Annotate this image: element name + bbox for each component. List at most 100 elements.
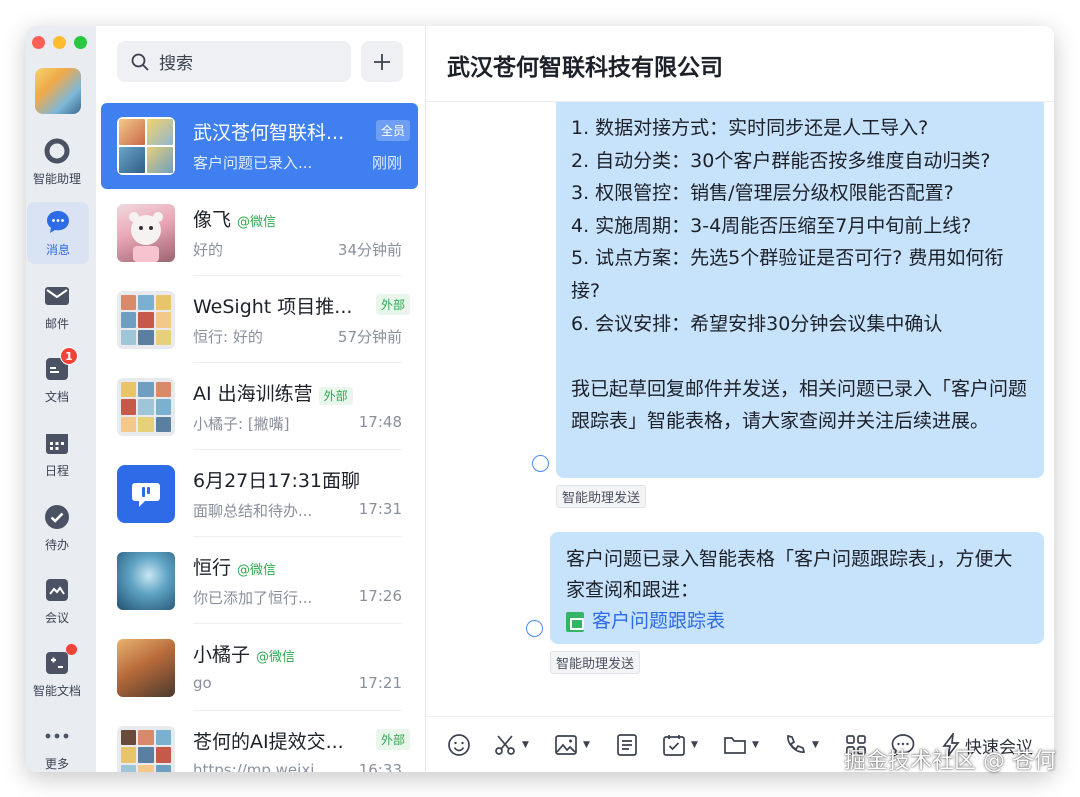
message-line: 4. 实施周期：3-4周能否压缩至7月中旬前上线? [571, 214, 972, 237]
conversation-item[interactable]: 小橘子 @微信 go 17:21 [101, 625, 418, 711]
divider [193, 536, 402, 537]
screenshot-button[interactable]: ▼ [493, 731, 529, 759]
conversation-time: 16:33 [358, 761, 402, 772]
nav-item-mail[interactable]: 邮件 [26, 276, 88, 338]
conversation-item[interactable]: 像飞 @微信 好的 34分钟前 [101, 190, 418, 276]
conversation-preview: 你已添加了恒行... [193, 589, 313, 607]
nav-item-messages[interactable]: 消息 [27, 202, 89, 264]
assistant-ring-icon [44, 138, 70, 164]
chevron-down-icon: ▼ [522, 740, 529, 750]
nav-item-more[interactable]: 更多 [26, 716, 88, 772]
folder-icon [724, 737, 746, 754]
window-controls [32, 36, 87, 49]
smart-sheet-link[interactable]: 客户问题跟踪表 [566, 606, 1030, 637]
message-line: 2. 自动分类：30个客户群能否按多维度自动归类? [571, 149, 991, 172]
document-icon: 1 [44, 346, 78, 382]
chevron-down-icon: ▼ [583, 740, 590, 750]
nav-item-smart-doc[interactable]: 智能文档 [26, 643, 88, 705]
conversation-time: 34分钟前 [337, 241, 402, 259]
conversation-item[interactable]: 恒行 @微信 你已添加了恒行... 17:26 [101, 538, 418, 624]
message-line: 3. 权限管控：销售/管理层分级权限能否配置? [571, 182, 954, 205]
folder-button[interactable]: ▼ [723, 731, 759, 759]
conversation-item[interactable]: 6月27日17:31面聊 面聊总结和待办... 17:31 [101, 451, 418, 537]
sender-label: 智能助理发送 [550, 651, 641, 674]
group-avatar [117, 726, 175, 772]
conversation-item[interactable]: 苍何的AI提效交... 外部 https://mp.weixi... 16:33 [101, 712, 418, 772]
message-bubble[interactable]: 客户问题已录入智能表格「客户问题跟踪表」，方便大家查阅和跟进： 客户问题跟踪表 [550, 532, 1044, 644]
user-avatar[interactable] [35, 68, 81, 114]
smart-sheet-icon [566, 611, 584, 632]
conversation-item[interactable]: WeSight 项目推... 外部 恒行: 好的 57分钟前 [101, 277, 418, 363]
new-chat-button[interactable] [361, 41, 403, 82]
message-closing: 我已起草回复邮件并发送，相关问题已录入「客户问题跟踪表」智能表格，请大家查阅并关… [571, 377, 1028, 433]
nav-item-label: 日程 [44, 463, 69, 478]
nav-item-label: 智能助理 [32, 171, 81, 186]
search-input[interactable]: 搜索 [117, 41, 351, 82]
select-message-radio[interactable] [526, 620, 543, 637]
conversation-time: 17:21 [358, 674, 402, 692]
nav-rail: 智能助理 消息 邮件 1 文档 日程 待办 会议 智能文档 更多 [26, 26, 96, 772]
nav-item-label: 待办 [44, 537, 69, 552]
message-bubble[interactable]: 1. 数据对接方式：实时同步还是人工导入? 2. 自动分类：30个客户群能否按多… [556, 102, 1044, 478]
conversation-preview: 面聊总结和待办... [193, 502, 313, 520]
message-line: 5. 试点方案：先选5个群验证是否可行? 费用如何衔接? [571, 247, 1004, 302]
wechat-tag: @微信 [237, 563, 277, 578]
image-button[interactable]: ▼ [554, 731, 590, 759]
conversation-time: 57分钟前 [337, 328, 402, 346]
calendar-check-icon [663, 735, 685, 756]
message-line: 6. 会议安排：希望安排30分钟会议集中确认 [571, 312, 943, 335]
conversation-name: 武汉苍何智联科... [193, 122, 345, 144]
plus-icon [374, 53, 390, 70]
conversation-name: 6月27日17:31面聊 [193, 470, 361, 492]
conversation-time: 17:26 [358, 587, 402, 605]
nav-item-todo[interactable]: 待办 [26, 497, 88, 559]
more-dots-icon [44, 723, 70, 749]
conversation-time: 刚刚 [371, 154, 402, 172]
nav-item-label: 更多 [44, 756, 69, 771]
conversation-preview: 小橘子: [撇嘴] [193, 415, 290, 433]
conversation-item[interactable]: 武汉苍何智联科... 全员 客户问题已录入... 刚刚 [101, 103, 418, 189]
nav-item-assistant[interactable]: 智能助理 [26, 131, 88, 193]
message-bubble-icon [45, 209, 71, 235]
chat-title[interactable]: 武汉苍何智联科技有限公司 [447, 48, 723, 82]
divider [193, 449, 402, 450]
divider [193, 362, 402, 363]
divider [193, 623, 402, 624]
conversation-name-text: 恒行 [193, 557, 232, 579]
meeting-notes-avatar [117, 465, 175, 523]
all-members-tag: 全员 [375, 120, 410, 141]
close-window-button[interactable] [32, 36, 45, 49]
wechat-tag: @微信 [256, 650, 296, 665]
nav-item-meeting[interactable]: 会议 [26, 570, 88, 632]
watermark: 掘金技术社区 @ 苍何 [844, 749, 1056, 774]
conversation-preview: 恒行: 好的 [193, 328, 263, 346]
todo-check-icon [44, 504, 70, 530]
search-placeholder: 搜索 [159, 54, 193, 74]
select-message-radio[interactable] [532, 455, 549, 472]
chat-panel: 武汉苍何智联科技有限公司 1. 数据对接方式：实时同步还是人工导入? 2. 自动… [426, 26, 1054, 772]
zoom-window-button[interactable] [74, 36, 87, 49]
group-avatar [117, 378, 175, 436]
contact-avatar [117, 639, 175, 697]
conversation-item[interactable]: AI 出海训练营 外部 小橘子: [撇嘴] 17:48 [101, 364, 418, 450]
conversation-name: 恒行 @微信 [193, 553, 276, 580]
conversation-name-text: 小橘子 [193, 644, 251, 666]
chevron-down-icon: ▼ [812, 740, 819, 750]
wechat-tag: @微信 [237, 215, 277, 230]
nav-item-calendar[interactable]: 日程 [26, 423, 88, 485]
document-button[interactable] [616, 731, 638, 759]
call-button[interactable]: ▼ [783, 731, 819, 759]
chevron-down-icon: ▼ [752, 740, 759, 750]
nav-item-label: 智能文档 [32, 683, 81, 698]
nav-item-docs[interactable]: 1 文档 [26, 346, 88, 411]
schedule-button[interactable]: ▼ [662, 731, 698, 759]
contact-avatar [117, 204, 175, 262]
minimize-window-button[interactable] [53, 36, 66, 49]
message-line: 1. 数据对接方式：实时同步还是人工导入? [571, 117, 929, 139]
chevron-down-icon: ▼ [691, 740, 698, 750]
emoji-button[interactable] [447, 731, 471, 759]
nav-item-label: 会议 [44, 610, 69, 625]
file-text-icon [617, 734, 637, 756]
docs-unread-badge: 1 [60, 346, 78, 365]
app-window: 智能助理 消息 邮件 1 文档 日程 待办 会议 智能文档 更多 搜索 武汉苍何… [26, 26, 1054, 772]
